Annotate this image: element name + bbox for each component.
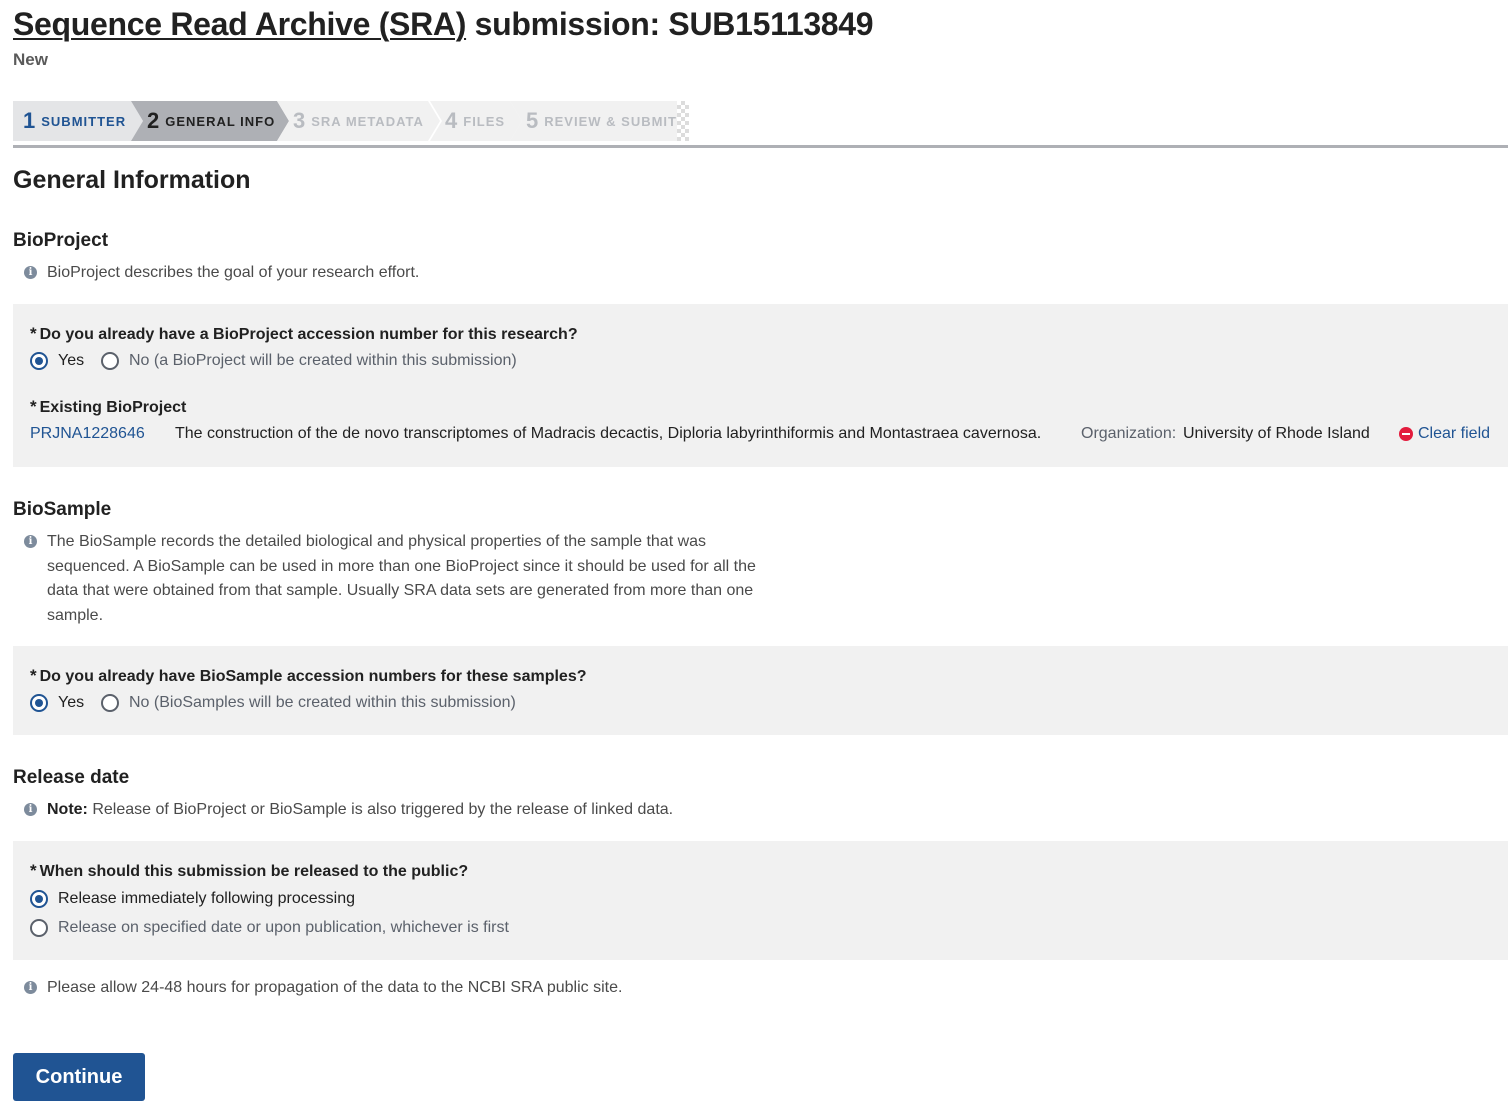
wizard-step-sra-metadata: 3 SRA Metadata bbox=[277, 101, 440, 141]
radio-circle bbox=[30, 890, 48, 908]
biosample-question-text: Do you already have BioSample accession … bbox=[39, 668, 587, 685]
minus-circle-icon bbox=[1399, 427, 1413, 441]
radio-label: Yes bbox=[58, 352, 85, 369]
bioproject-yes-radio[interactable]: Yes bbox=[30, 352, 84, 370]
radio-label: No (a BioProject will be created within … bbox=[129, 352, 517, 369]
submission-id-text: submission: SUB15113849 bbox=[466, 6, 874, 42]
sra-title-link[interactable]: Sequence Read Archive (SRA) bbox=[13, 6, 466, 42]
info-icon: i bbox=[24, 803, 37, 816]
release-immediately-radio[interactable]: Release immediately following processing bbox=[30, 890, 355, 908]
biosample-no-radio[interactable]: No (BioSamples will be created within th… bbox=[101, 694, 516, 712]
step-label: SRA Metadata bbox=[311, 114, 424, 129]
wizard-steps: 1 Submitter 2 General Info 3 SRA Metadata 4… bbox=[13, 101, 1508, 148]
section-heading: General Information bbox=[13, 166, 251, 194]
bioproject-accession-link[interactable]: PRJNA1228646 bbox=[30, 425, 145, 443]
existing-bioproject-label: * Existing BioProject bbox=[30, 397, 186, 417]
biosample-question: * Do you already have BioSample accession… bbox=[30, 666, 587, 686]
bioproject-no-radio[interactable]: No (a BioProject will be created within … bbox=[101, 352, 517, 370]
existing-bioproject-text: Existing BioProject bbox=[39, 399, 187, 416]
release-note-text: Note: Release of BioProject or BioSample… bbox=[47, 798, 673, 823]
bioproject-heading: BioProject bbox=[13, 230, 109, 251]
biosample-heading: BioSample bbox=[13, 499, 112, 520]
step-label: General Info bbox=[165, 114, 276, 129]
note-body: Release of BioProject or BioSample is al… bbox=[87, 801, 674, 818]
step-number: 5 bbox=[526, 108, 539, 133]
bioproject-question: * Do you already have a BioProject access… bbox=[30, 324, 578, 344]
required-star-icon: * bbox=[30, 397, 37, 416]
wizard-step-submitter[interactable]: 1 Submitter bbox=[13, 101, 144, 141]
wizard-step-general-info[interactable]: 2 General Info bbox=[131, 101, 289, 141]
note-label: Note: bbox=[47, 801, 88, 818]
bioproject-question-text: Do you already have a BioProject accessi… bbox=[39, 326, 578, 343]
required-star-icon: * bbox=[30, 861, 37, 880]
radio-label: Yes bbox=[58, 694, 85, 711]
organization-value: University of Rhode Island bbox=[1183, 425, 1370, 442]
wizard-step-review-submit: 5 Review & Submit bbox=[510, 101, 677, 141]
release-panel: * When should this submission be released… bbox=[13, 841, 1508, 960]
info-icon: i bbox=[24, 535, 37, 548]
step-label: Submitter bbox=[41, 114, 127, 129]
step-number: 1 bbox=[23, 108, 36, 133]
biosample-yes-radio[interactable]: Yes bbox=[30, 694, 84, 712]
submission-status: New bbox=[13, 50, 48, 69]
radio-circle bbox=[30, 919, 48, 937]
radio-circle bbox=[101, 694, 119, 712]
release-heading: Release date bbox=[13, 767, 130, 788]
bioproject-description: The construction of the de novo transcri… bbox=[175, 425, 1042, 442]
clear-field-button[interactable]: Clear field bbox=[1399, 425, 1490, 443]
organization-label: Organization: bbox=[1081, 425, 1177, 442]
radio-circle bbox=[101, 352, 119, 370]
step-number: 2 bbox=[147, 108, 160, 133]
step-number: 4 bbox=[445, 108, 458, 133]
info-icon: i bbox=[24, 266, 37, 279]
biosample-info-text: The BioSample records the detailed biolo… bbox=[47, 533, 756, 624]
radio-circle bbox=[30, 352, 48, 370]
step-label: Files bbox=[463, 114, 506, 129]
required-star-icon: * bbox=[30, 324, 37, 343]
clear-field-label: Clear field bbox=[1418, 425, 1491, 442]
bioproject-panel: * Do you already have a BioProject access… bbox=[13, 304, 1508, 467]
page-title: Sequence Read Archive (SRA) submission: … bbox=[13, 6, 874, 43]
radio-label: Release immediately following processing bbox=[58, 890, 356, 907]
release-on-date-radio[interactable]: Release on specified date or upon public… bbox=[30, 919, 509, 937]
page: Sequence Read Archive (SRA) submission: … bbox=[0, 0, 1508, 1114]
info-icon: i bbox=[24, 981, 37, 994]
radio-label: Release on specified date or upon public… bbox=[58, 919, 509, 936]
biosample-panel: * Do you already have BioSample accession… bbox=[13, 646, 1508, 735]
step-label: Review & Submit bbox=[544, 114, 677, 129]
step-number: 3 bbox=[293, 108, 306, 133]
release-question: * When should this submission be released… bbox=[30, 861, 468, 881]
propagation-info-text: Please allow 24-48 hours for propagation… bbox=[47, 979, 623, 996]
radio-circle bbox=[30, 694, 48, 712]
continue-button[interactable]: Continue bbox=[13, 1053, 145, 1101]
bioproject-info-text: BioProject describes the goal of your re… bbox=[47, 264, 420, 281]
wizard-stripes bbox=[677, 101, 689, 141]
wizard-step-files: 4 Files bbox=[430, 101, 522, 141]
radio-label: No (BioSamples will be created within th… bbox=[129, 694, 516, 711]
required-star-icon: * bbox=[30, 666, 37, 685]
release-question-text: When should this submission be released … bbox=[39, 863, 469, 880]
